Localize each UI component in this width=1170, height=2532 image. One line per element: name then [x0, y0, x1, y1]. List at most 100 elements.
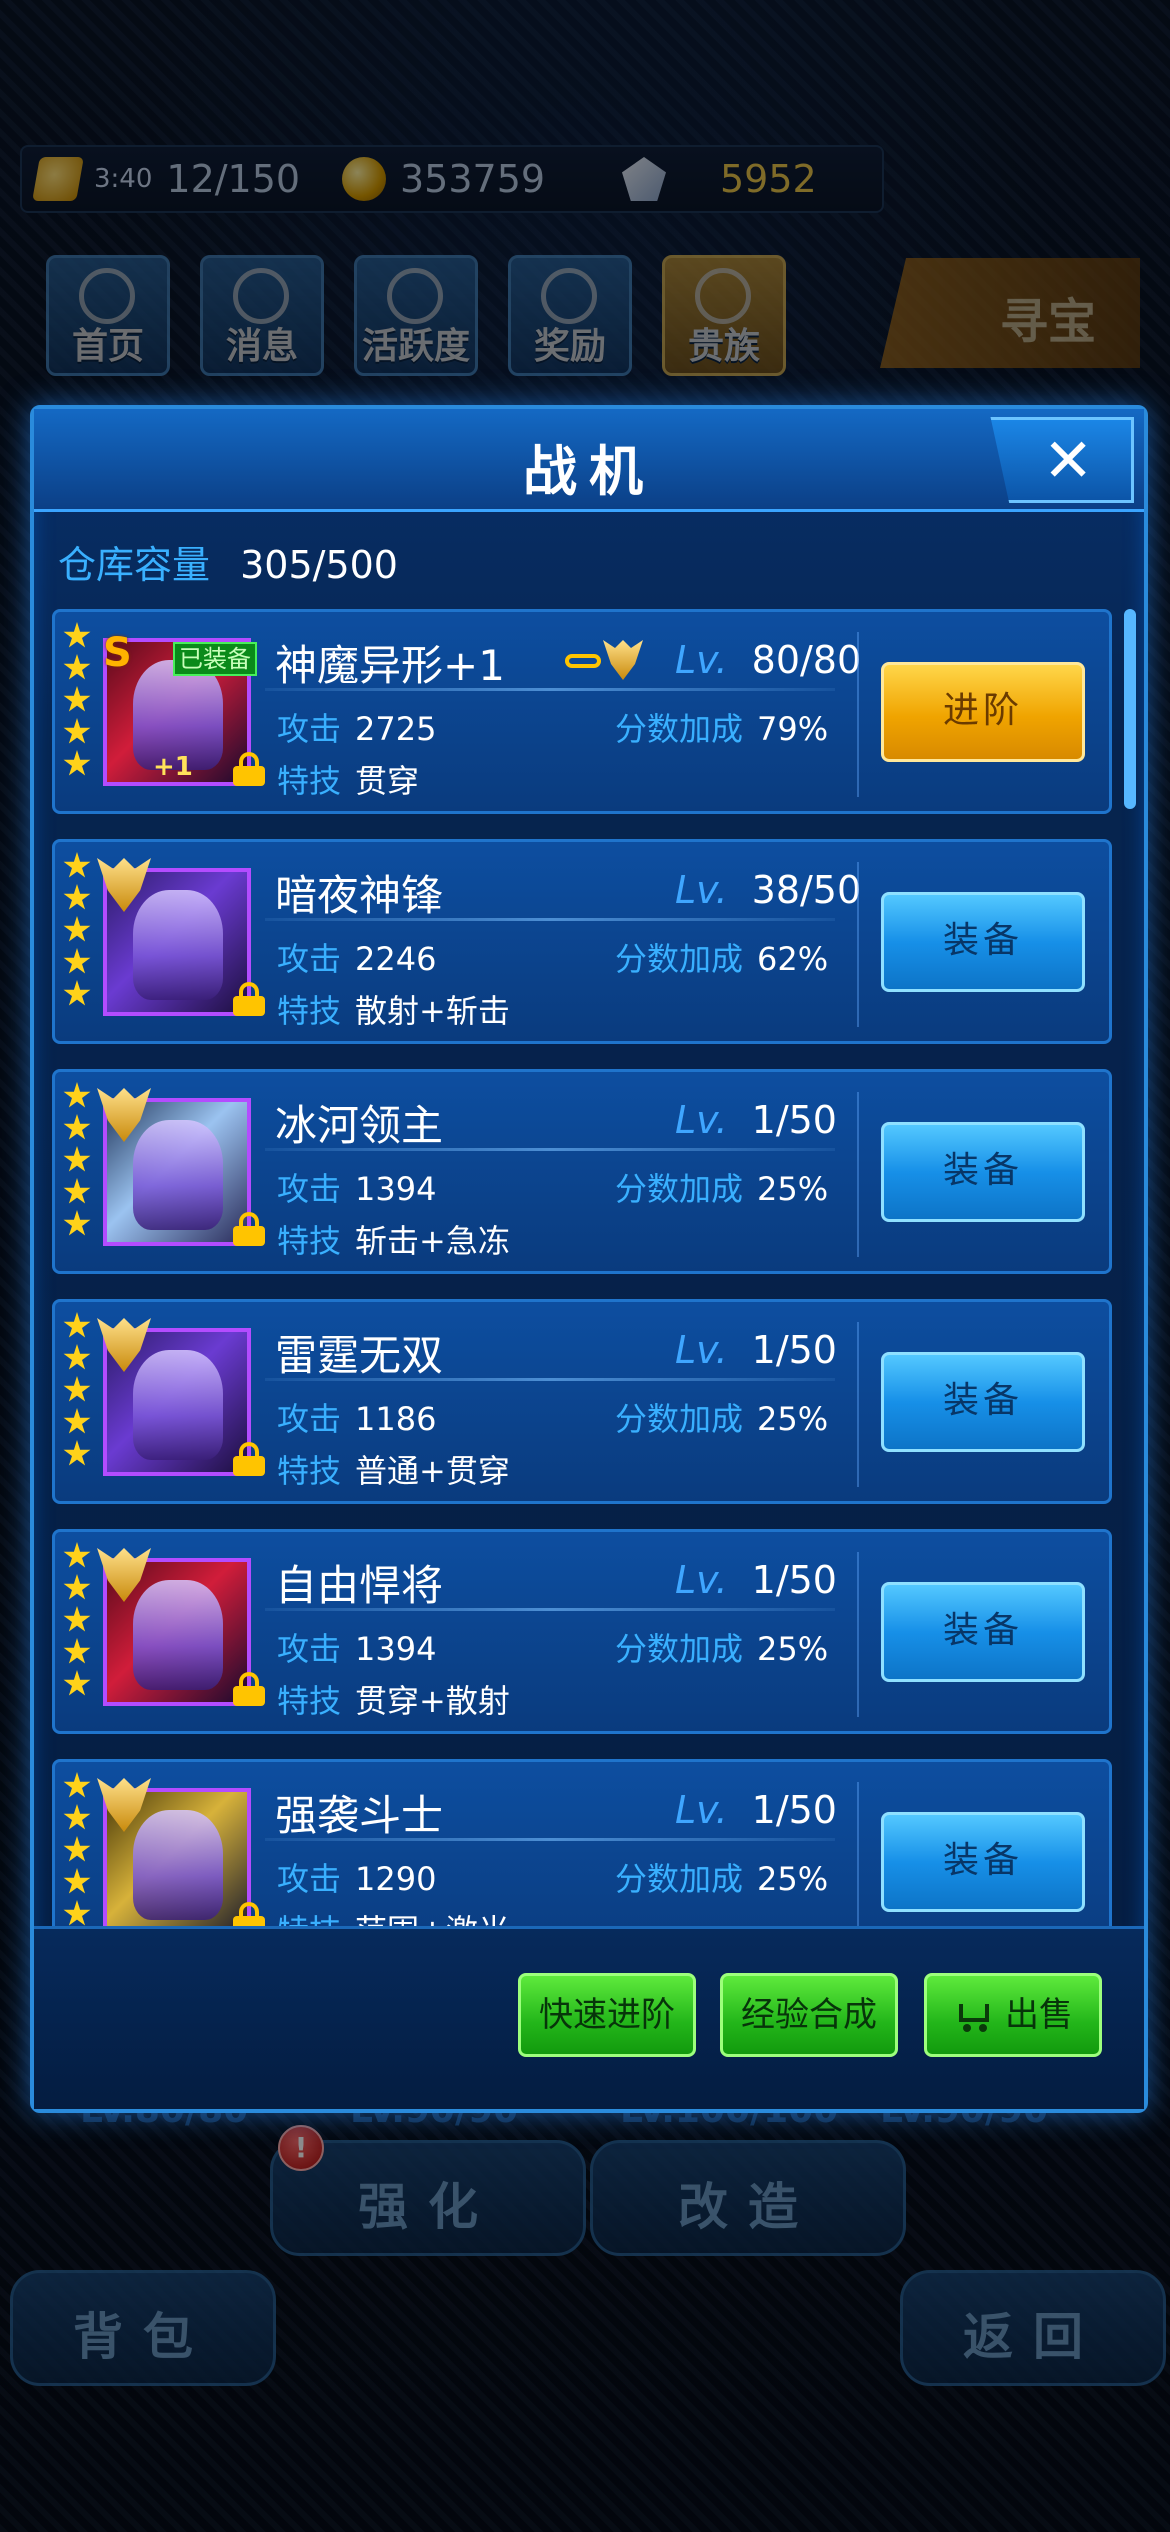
- lock-icon[interactable]: [233, 1902, 265, 1929]
- attack-stat: 攻击 2725: [277, 710, 437, 748]
- star-icon: [63, 1312, 91, 1338]
- fighter-level: Lv. 1/50: [675, 1558, 837, 1602]
- attack-stat: 攻击 1290: [277, 1860, 437, 1898]
- skill-stat: 特技 贯穿: [277, 762, 420, 800]
- star-icon: [63, 1638, 91, 1664]
- equip-button[interactable]: 装备: [881, 892, 1085, 992]
- star-icon: [63, 1344, 91, 1370]
- fighter-level: Lv. 1/50: [675, 1328, 837, 1372]
- star-icon: [63, 1440, 91, 1466]
- star-rating: [63, 1312, 91, 1468]
- star-icon: [63, 980, 91, 1006]
- star-icon: [63, 718, 91, 744]
- fighter-name: 神魔异形+1: [275, 641, 505, 690]
- equip-button[interactable]: 装备: [881, 1582, 1085, 1682]
- star-icon: [63, 1542, 91, 1568]
- star-rating: [63, 1772, 91, 1928]
- fighter-row[interactable]: 自由悍将 Lv. 1/50 攻击 1394 分数加成 25% 特技 贯穿+散射 装备: [52, 1529, 1112, 1734]
- fighter-list[interactable]: S 已装备 +1 神魔异形+1 Lv. 80/80 攻击 2725 分数加成 79% …: [52, 609, 1122, 1929]
- star-rating: [63, 852, 91, 1008]
- star-rating: [63, 1082, 91, 1238]
- close-icon: ✕: [1043, 426, 1094, 496]
- star-icon: [63, 1376, 91, 1402]
- fighter-level: Lv. 1/50: [675, 1098, 837, 1142]
- skill-stat: 特技 普通+贯穿: [277, 1452, 510, 1490]
- star-icon: [63, 686, 91, 712]
- equip-button[interactable]: 装备: [881, 1352, 1085, 1452]
- rank-emblem-icon: [97, 858, 151, 912]
- star-icon: [63, 622, 91, 648]
- star-icon: [63, 1900, 91, 1926]
- link-rank-icon: [565, 640, 645, 680]
- plus-level-badge: +1: [153, 752, 193, 782]
- fighter-row[interactable]: 暗夜神锋 Lv. 38/50 攻击 2246 分数加成 62% 特技 散射+斩击 装备: [52, 839, 1112, 1044]
- score-bonus-stat: 分数加成 25%: [615, 1860, 829, 1898]
- fighter-row[interactable]: 雷霆无双 Lv. 1/50 攻击 1186 分数加成 25% 特技 普通+贯穿 装备: [52, 1299, 1112, 1504]
- star-icon: [63, 1804, 91, 1830]
- rank-emblem-icon: [97, 1088, 151, 1142]
- fighter-level: Lv. 80/80: [675, 638, 862, 682]
- rank-s-icon: S: [103, 630, 132, 676]
- quick-advance-button[interactable]: 快速进阶: [518, 1973, 696, 2057]
- lock-icon[interactable]: [233, 1672, 265, 1706]
- skill-stat: 特技 散射+斩击: [277, 992, 510, 1030]
- equip-button[interactable]: 装备: [881, 1122, 1085, 1222]
- skill-stat: 特技 斩击+急冻: [277, 1222, 510, 1260]
- star-icon: [63, 1082, 91, 1108]
- equip-button[interactable]: 装备: [881, 1812, 1085, 1912]
- rank-emblem-icon: [97, 1778, 151, 1832]
- star-icon: [63, 1114, 91, 1140]
- fighter-row[interactable]: 强袭斗士 Lv.1/50 攻击1290 分数加成25% 特技范围+激光 装备: [52, 1759, 1112, 1929]
- star-icon: [63, 852, 91, 878]
- lock-icon[interactable]: [233, 1442, 265, 1476]
- score-bonus-stat: 分数加成 25%: [615, 1630, 829, 1668]
- fighter-name: 暗夜神锋: [275, 871, 444, 920]
- dialog-header: 战机 ✕: [34, 409, 1144, 512]
- score-bonus-stat: 分数加成 62%: [615, 940, 829, 978]
- fighter-name: 冰河领主: [275, 1101, 444, 1150]
- star-icon: [63, 1772, 91, 1798]
- skill-stat: 特技 贯穿+散射: [277, 1682, 510, 1720]
- fighter-name: 雷霆无双: [275, 1331, 444, 1380]
- star-icon: [63, 750, 91, 776]
- rank-emblem-icon: [97, 1548, 151, 1602]
- star-icon: [63, 1146, 91, 1172]
- dialog-title: 战机: [523, 440, 655, 503]
- fighter-name: 自由悍将: [275, 1561, 444, 1610]
- lock-icon[interactable]: [233, 1212, 265, 1246]
- lock-icon[interactable]: [233, 982, 265, 1016]
- star-icon: [63, 916, 91, 942]
- star-icon: [63, 1408, 91, 1434]
- attack-stat: 攻击 2246: [277, 940, 437, 978]
- score-bonus-stat: 分数加成 25%: [615, 1170, 829, 1208]
- star-icon: [63, 1178, 91, 1204]
- sell-button[interactable]: 出售: [924, 1973, 1102, 2057]
- fighter-level: Lv. 38/50: [675, 868, 862, 912]
- list-scrollbar[interactable]: [1124, 609, 1136, 809]
- fighter-name: 强袭斗士: [275, 1791, 444, 1840]
- star-icon: [63, 654, 91, 680]
- star-rating: [63, 1542, 91, 1698]
- attack-stat: 攻击 1394: [277, 1630, 437, 1668]
- attack-stat: 攻击 1394: [277, 1170, 437, 1208]
- star-icon: [63, 948, 91, 974]
- lock-icon[interactable]: [233, 752, 265, 786]
- star-icon: [63, 1210, 91, 1236]
- exp-merge-button[interactable]: 经验合成: [720, 1973, 898, 2057]
- star-icon: [63, 884, 91, 910]
- advance-button[interactable]: 进阶: [881, 662, 1085, 762]
- star-icon: [63, 1606, 91, 1632]
- star-rating: [63, 622, 91, 778]
- star-icon: [63, 1574, 91, 1600]
- warehouse-capacity: 仓库容量 305/500: [58, 534, 398, 589]
- fighter-level: Lv. 1/50: [675, 1788, 837, 1832]
- star-icon: [63, 1868, 91, 1894]
- dialog-footer: 快速进阶 经验合成 出售: [34, 1926, 1144, 2109]
- fighter-row[interactable]: 冰河领主 Lv. 1/50 攻击 1394 分数加成 25% 特技 斩击+急冻 装备: [52, 1069, 1112, 1274]
- star-icon: [63, 1670, 91, 1696]
- cart-icon: [953, 2002, 993, 2032]
- score-bonus-stat: 分数加成 25%: [615, 1400, 829, 1438]
- fighter-dialog: 战机 ✕ 仓库容量 305/500 S 已装备 +1 神魔异形+1 Lv. 80/…: [30, 405, 1148, 2113]
- fighter-row[interactable]: S 已装备 +1 神魔异形+1 Lv. 80/80 攻击 2725 分数加成 79% …: [52, 609, 1112, 814]
- score-bonus-stat: 分数加成 79%: [615, 710, 829, 748]
